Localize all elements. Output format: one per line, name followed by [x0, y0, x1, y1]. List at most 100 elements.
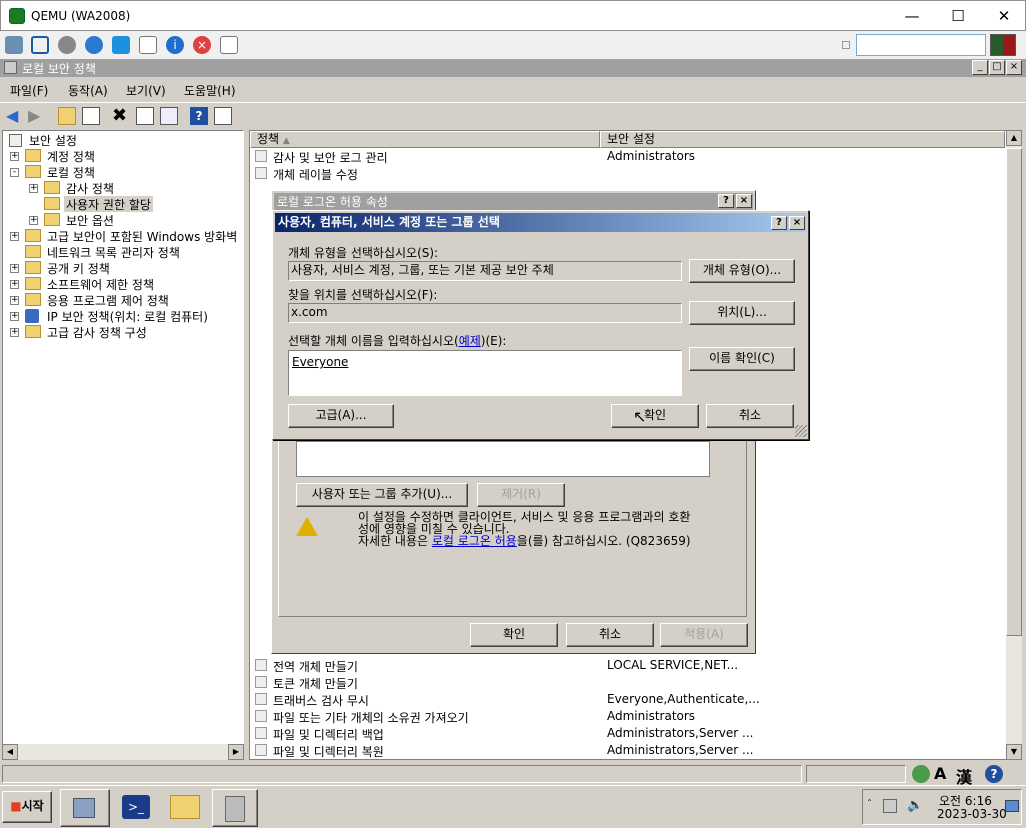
- expand-icon[interactable]: +: [29, 216, 38, 225]
- menu-help[interactable]: 도움말(H): [184, 82, 236, 99]
- select-ok-button[interactable]: 확인: [611, 404, 699, 428]
- column-security-setting[interactable]: 보안 설정: [600, 131, 1005, 148]
- tree-network-list[interactable]: 네트워크 목록 관리자 정책: [47, 244, 180, 260]
- props-help-button[interactable]: ?: [718, 194, 734, 208]
- view-icon[interactable]: [214, 107, 232, 125]
- show-desktop-icon[interactable]: [1005, 800, 1019, 812]
- language-bar-icon[interactable]: [912, 765, 930, 783]
- start-button[interactable]: ■시작: [2, 791, 52, 823]
- menu-view[interactable]: 보기(V): [126, 82, 166, 99]
- qemu-search-input[interactable]: [856, 34, 986, 56]
- server-manager-button[interactable]: [60, 789, 110, 827]
- local-security-policy-button[interactable]: [212, 789, 258, 827]
- select-close-button[interactable]: ×: [789, 216, 805, 230]
- back-icon[interactable]: ◀: [6, 107, 24, 125]
- tree-advanced-audit[interactable]: 고급 감사 정책 구성: [47, 324, 147, 340]
- tree-root[interactable]: 보안 설정: [7, 132, 77, 148]
- properties-icon[interactable]: [136, 107, 154, 125]
- tree-audit-policy[interactable]: 감사 정책: [66, 180, 114, 196]
- help-icon[interactable]: ?: [190, 107, 208, 125]
- network-icon[interactable]: [5, 36, 23, 54]
- stop-icon[interactable]: ×: [193, 36, 211, 54]
- tree-pane: 보안 설정 + 계정 정책 - 로컬 정책 + 감사 정책 사용자 권한 할당 …: [2, 130, 244, 760]
- volume-muted-icon[interactable]: 🔈: [907, 798, 923, 813]
- menu-bar: 파일(F) 동작(A) 보기(V) 도움말(H): [0, 78, 1026, 100]
- mmc-close-button[interactable]: ×: [1006, 60, 1022, 75]
- tree-ip-security[interactable]: IP 보안 정책(위치: 로컬 컴퓨터): [47, 308, 208, 324]
- info-icon[interactable]: i: [166, 36, 184, 54]
- expand-icon[interactable]: +: [10, 264, 19, 273]
- usb-icon[interactable]: [139, 36, 157, 54]
- up-folder-icon[interactable]: [58, 107, 76, 125]
- scroll-thumb[interactable]: [1006, 148, 1022, 636]
- list-vertical-scrollbar[interactable]: ▲ ▼: [1006, 130, 1022, 760]
- show-tree-icon[interactable]: [82, 107, 100, 125]
- mmc-minimize-button[interactable]: _: [972, 60, 988, 75]
- gear-icon[interactable]: [58, 36, 76, 54]
- locations-button[interactable]: 위치(L)...: [689, 301, 795, 325]
- props-ok-button[interactable]: 확인: [470, 623, 558, 647]
- help-link[interactable]: 로컬 로그온 허용: [432, 534, 517, 548]
- tray-expand-icon[interactable]: ˆ: [867, 799, 872, 810]
- scroll-left-icon[interactable]: ◀: [2, 744, 18, 760]
- tree-software-restriction[interactable]: 소프트웨어 제한 정책: [47, 276, 154, 292]
- check-names-button[interactable]: 이름 확인(C): [689, 347, 795, 371]
- select-help-button[interactable]: ?: [771, 216, 787, 230]
- maximize-button[interactable]: ☐: [935, 1, 981, 31]
- tree-local-policy[interactable]: 로컬 정책: [47, 164, 95, 180]
- qemu-window-title: QEMU (WA2008): [31, 9, 131, 23]
- tree-security-options[interactable]: 보안 옵션: [66, 212, 114, 228]
- expand-icon[interactable]: +: [10, 232, 19, 241]
- advanced-button[interactable]: 고급(A)...: [288, 404, 394, 428]
- tree-account-policy[interactable]: 계정 정책: [47, 148, 95, 164]
- collapse-icon[interactable]: -: [10, 168, 19, 177]
- download-icon[interactable]: [220, 36, 238, 54]
- export-icon[interactable]: [160, 107, 178, 125]
- action-center-icon[interactable]: [883, 799, 897, 813]
- scroll-right-icon[interactable]: ▶: [228, 744, 244, 760]
- powershell-icon[interactable]: >_: [122, 795, 150, 819]
- object-name-input[interactable]: Everyone: [288, 350, 682, 396]
- props-close-button[interactable]: ×: [736, 194, 752, 208]
- mmc-title: 로컬 보안 정책: [22, 62, 96, 76]
- minimize-button[interactable]: —: [889, 1, 935, 31]
- ime-help-icon[interactable]: ?: [985, 765, 1003, 783]
- close-button[interactable]: ✕: [981, 1, 1026, 31]
- tray-date[interactable]: 2023-03-30: [937, 807, 1007, 821]
- examples-link[interactable]: 예제: [459, 334, 481, 348]
- ime-mode-icon[interactable]: A: [934, 764, 946, 783]
- server-manager-icon: [73, 798, 95, 818]
- add-user-button[interactable]: 사용자 또는 그룹 추가(U)...: [296, 483, 468, 507]
- tree-firewall[interactable]: 고급 보안이 포함된 Windows 방화벽: [47, 228, 237, 244]
- select-cancel-button[interactable]: 취소: [706, 404, 794, 428]
- mouse-cursor-icon: ↖: [633, 407, 647, 426]
- explorer-icon[interactable]: [170, 795, 200, 819]
- scroll-up-icon[interactable]: ▲: [1006, 130, 1022, 146]
- remove-button[interactable]: 제거(R): [477, 483, 565, 507]
- tree-public-key[interactable]: 공개 키 정책: [47, 260, 110, 276]
- expand-icon[interactable]: +: [10, 280, 19, 289]
- menu-file[interactable]: 파일(F): [10, 82, 48, 99]
- delete-icon[interactable]: ✖: [112, 107, 130, 125]
- expand-icon[interactable]: +: [10, 328, 19, 337]
- props-cancel-button[interactable]: 취소: [566, 623, 654, 647]
- tree-app-control[interactable]: 응용 프로그램 제어 정책: [47, 292, 169, 308]
- expand-icon[interactable]: +: [10, 152, 19, 161]
- tree-horizontal-scrollbar[interactable]: ◀ ▶: [2, 744, 244, 760]
- mmc-restore-button[interactable]: □: [989, 60, 1005, 75]
- expand-icon[interactable]: +: [29, 184, 38, 193]
- scroll-down-icon[interactable]: ▼: [1006, 744, 1022, 760]
- fullscreen-icon[interactable]: [31, 36, 49, 54]
- refresh-icon[interactable]: [85, 36, 103, 54]
- column-policy[interactable]: 정책 ▲: [250, 131, 600, 148]
- menu-action[interactable]: 동작(A): [68, 82, 108, 99]
- object-types-button[interactable]: 개체 유형(O)...: [689, 259, 795, 283]
- props-apply-button[interactable]: 적용(A): [660, 623, 748, 647]
- forward-icon[interactable]: ▶: [28, 107, 46, 125]
- resize-grip-icon[interactable]: [795, 425, 807, 437]
- expand-icon[interactable]: +: [10, 296, 19, 305]
- windows-icon[interactable]: [112, 36, 130, 54]
- members-list[interactable]: [296, 441, 710, 477]
- expand-icon[interactable]: +: [10, 312, 19, 321]
- tree-user-rights[interactable]: 사용자 권한 할당: [64, 196, 153, 212]
